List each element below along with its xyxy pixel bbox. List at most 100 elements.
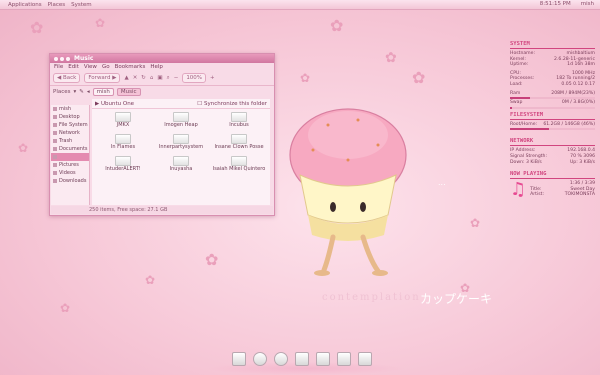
- disk-bar: [510, 128, 595, 131]
- folder-icon: [173, 134, 189, 144]
- conky-row: Root/Home: 61.2G8 / 146G8 (46%): [510, 122, 595, 128]
- forward-label: Forward: [88, 75, 111, 81]
- file-view: ▶ Ubuntu One ☐ Synchronize this folder J…: [92, 99, 270, 205]
- sidebar-label: Downloads: [59, 178, 87, 184]
- breadcrumb-mish[interactable]: mish: [92, 87, 114, 96]
- folder-item[interactable]: JMKX: [94, 112, 152, 134]
- chat-icon[interactable]: [274, 352, 288, 366]
- menu-view[interactable]: View: [84, 64, 97, 70]
- places-chevron-icon[interactable]: ▾: [74, 89, 77, 95]
- computer-icon[interactable]: ▣: [157, 75, 162, 81]
- zoom-in-icon[interactable]: +: [210, 75, 215, 81]
- window-titlebar[interactable]: Music: [50, 54, 274, 63]
- divider: [510, 145, 595, 147]
- sync-checkbox[interactable]: ☐ Synchronize this folder: [197, 101, 267, 107]
- conky-key: Artist:: [530, 192, 544, 198]
- places-dropdown[interactable]: Places: [53, 89, 71, 95]
- folder-item[interactable]: IntuderALERT!: [94, 156, 152, 178]
- conky-key: Ram: [510, 90, 521, 96]
- sidebar-item-desktop[interactable]: Desktop: [51, 113, 89, 121]
- sidebar-label: Videos: [59, 170, 76, 176]
- close-icon[interactable]: [54, 56, 58, 61]
- flower-icon: ✿: [300, 71, 311, 85]
- pen-icon[interactable]: [295, 352, 309, 366]
- back-button[interactable]: ◀ Back: [53, 73, 81, 83]
- finder-icon[interactable]: [232, 352, 246, 366]
- trash-icon[interactable]: [358, 352, 372, 366]
- clock-icon[interactable]: [253, 352, 267, 366]
- sidebar-item-downloads[interactable]: Downloads: [51, 177, 89, 185]
- folder-label: In Flames: [110, 144, 136, 150]
- breadcrumb-music[interactable]: Music: [116, 87, 141, 96]
- window-controls: [54, 56, 70, 61]
- conky-key: Root/Home:: [510, 121, 538, 127]
- window-title: Music: [74, 55, 94, 62]
- menu-file[interactable]: File: [54, 64, 63, 70]
- sidebar-item-music[interactable]: [51, 153, 89, 161]
- home-icon[interactable]: ⌂: [150, 75, 154, 81]
- crumb-left-icon[interactable]: ◂: [87, 89, 90, 95]
- sidebar-item-file-system[interactable]: File System: [51, 121, 89, 129]
- conky-value: 208M / 894M(23%): [551, 90, 595, 96]
- reload-icon[interactable]: ↻: [141, 75, 146, 81]
- up-icon[interactable]: ▲: [124, 75, 128, 81]
- folder-icon: [115, 156, 131, 166]
- folder-icon: [173, 112, 189, 122]
- conky-row: Artist: TOKIMONSTA: [530, 192, 595, 198]
- flower-icon: ✿: [60, 301, 71, 315]
- now-playing-heading: NOW PLAYING: [510, 171, 547, 178]
- folder-label: Insane Clown Posse: [214, 144, 264, 150]
- folder-label: Isaiah Mikel Quintero: [212, 166, 266, 172]
- folder-item[interactable]: Innerpartysystem: [152, 134, 210, 156]
- text-icon[interactable]: [316, 352, 330, 366]
- clock[interactable]: 8:51:15 PM: [540, 1, 571, 7]
- conky-value: 0.05 0.12 0.17: [561, 81, 595, 87]
- sidebar-item-trash[interactable]: Trash: [51, 137, 89, 145]
- ubuntu-one-bar: ▶ Ubuntu One ☐ Synchronize this folder: [92, 99, 270, 109]
- applications-menu[interactable]: Applications: [8, 2, 42, 8]
- minimize-icon[interactable]: [60, 56, 64, 61]
- user-menu[interactable]: mish: [581, 1, 594, 7]
- music-note-icon: ♫: [510, 179, 527, 201]
- folder-item[interactable]: Insane Clown Posse: [210, 134, 268, 156]
- flower-icon: ✿: [470, 216, 481, 230]
- network-icon: [53, 131, 57, 135]
- menu-edit[interactable]: Edit: [68, 64, 79, 70]
- folder-item[interactable]: In Flames: [94, 134, 152, 156]
- menu-help[interactable]: Help: [150, 64, 163, 70]
- places-menu[interactable]: Places: [48, 2, 66, 8]
- conky-value: TOKIMONSTA: [564, 192, 595, 198]
- sidebar-item-network[interactable]: Network: [51, 129, 89, 137]
- edit-location-icon[interactable]: ✎: [79, 89, 84, 95]
- sidebar-label: Trash: [59, 138, 73, 144]
- folder-item[interactable]: Inuyasha: [152, 156, 210, 178]
- sidebar-item-videos[interactable]: Videos: [51, 169, 89, 177]
- system-menu[interactable]: System: [71, 2, 92, 8]
- notes-icon[interactable]: [337, 352, 351, 366]
- folder-item[interactable]: Isaiah Mikel Quintero: [210, 156, 268, 178]
- search-icon[interactable]: ⌕: [167, 75, 170, 82]
- conky-key: Swap: [510, 100, 523, 106]
- flower-icon: ✿: [330, 16, 344, 35]
- menu-go[interactable]: Go: [102, 64, 110, 70]
- zoom-out-icon[interactable]: −: [174, 75, 179, 81]
- maximize-icon[interactable]: [66, 56, 70, 61]
- sidebar-item-mish[interactable]: mish: [51, 105, 89, 113]
- menu-bookmarks[interactable]: Bookmarks: [115, 64, 146, 70]
- back-label: Back: [62, 75, 77, 81]
- folder-item[interactable]: Incubus: [210, 112, 268, 134]
- flower-icon: ✿: [205, 250, 219, 269]
- conky-value: 0M / 3.8G(0%): [561, 100, 595, 106]
- wallpaper-caption: contemplation: [322, 292, 421, 303]
- stop-icon[interactable]: ✕: [133, 75, 138, 81]
- folder-item[interactable]: Imogen Heap: [152, 112, 210, 134]
- sync-label: Synchronize this folder: [203, 100, 267, 107]
- top-panel: Applications Places System 8:51:15 PM mi…: [0, 0, 600, 10]
- sidebar-label: File System: [59, 122, 88, 128]
- conky-value: 61.2G8 / 146G8 (46%): [543, 121, 595, 127]
- zoom-level[interactable]: 100%: [182, 73, 207, 83]
- sidebar-item-pictures[interactable]: Pictures: [51, 161, 89, 169]
- forward-button[interactable]: Forward ▶: [84, 73, 121, 83]
- sidebar-item-documents[interactable]: Documents: [51, 145, 89, 153]
- folder-icon: [53, 163, 57, 167]
